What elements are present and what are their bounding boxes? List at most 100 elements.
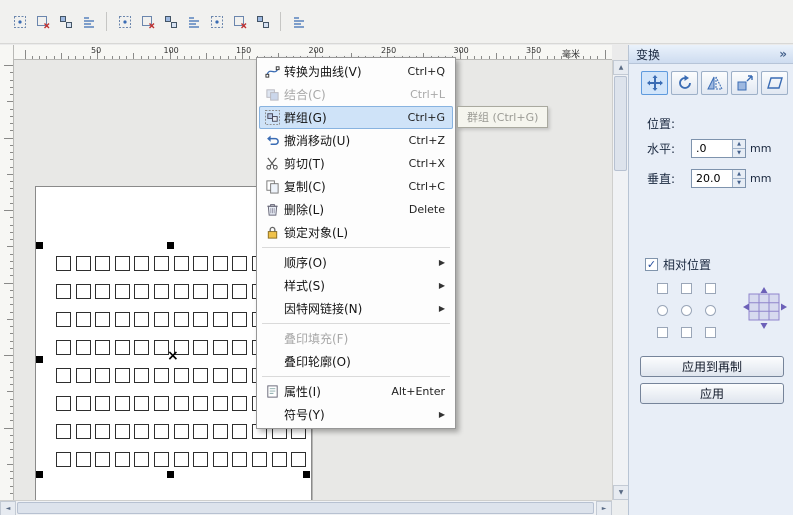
selection-handle[interactable] [167, 471, 174, 478]
grid-square[interactable] [271, 452, 287, 467]
scroll-left-icon[interactable]: ◄ [0, 501, 16, 515]
grid-square[interactable] [95, 312, 111, 327]
spin-down-icon[interactable]: ▼ [732, 178, 745, 187]
grid-square[interactable] [114, 452, 130, 467]
apply-button[interactable]: 应用 [640, 383, 784, 404]
grid-square[interactable] [95, 284, 111, 299]
grid-square[interactable] [95, 368, 111, 383]
grid-square[interactable] [251, 452, 267, 467]
grid-square[interactable] [134, 340, 150, 355]
apply-to-duplicate-button[interactable]: 应用到再制 [640, 356, 784, 377]
grid-square[interactable] [56, 424, 71, 439]
grid-square[interactable] [56, 452, 71, 467]
scroll-right-icon[interactable]: ► [596, 501, 612, 515]
grid-square[interactable] [75, 256, 91, 271]
grid-square[interactable] [134, 424, 150, 439]
toolbar-icon-9[interactable] [205, 11, 228, 32]
spin-up-icon[interactable]: ▲ [732, 140, 745, 148]
grid-square[interactable] [75, 340, 91, 355]
menu-item-cut[interactable]: 剪切(T) Ctrl+X [259, 152, 453, 175]
vertical-scroll-thumb[interactable] [614, 76, 627, 171]
grid-square[interactable] [173, 396, 189, 411]
grid-square[interactable] [114, 396, 130, 411]
grid-square[interactable] [193, 424, 209, 439]
anchor-radio[interactable] [705, 305, 716, 316]
menu-item-undo-move[interactable]: 撤消移动(U) Ctrl+Z [259, 129, 453, 152]
grid-square[interactable] [193, 284, 209, 299]
vertical-spinner[interactable]: ▲ ▼ [732, 170, 745, 187]
grid-square[interactable] [232, 340, 248, 355]
toolbar-icon-4[interactable] [77, 11, 100, 32]
grid-square[interactable] [134, 256, 150, 271]
menu-item-overprint-outline[interactable]: 叠印轮廓(O) [259, 350, 453, 373]
horizontal-spinner[interactable]: ▲ ▼ [732, 140, 745, 157]
grid-square[interactable] [75, 396, 91, 411]
grid-square[interactable] [114, 256, 130, 271]
grid-square[interactable] [193, 256, 209, 271]
menu-item-convert-to-curves[interactable]: 转换为曲线(V) Ctrl+Q [259, 60, 453, 83]
grid-square[interactable] [56, 256, 71, 271]
grid-square[interactable] [212, 396, 228, 411]
grid-square[interactable] [75, 368, 91, 383]
grid-square[interactable] [193, 340, 209, 355]
grid-square[interactable] [75, 312, 91, 327]
grid-square[interactable] [95, 452, 111, 467]
grid-square[interactable] [95, 424, 111, 439]
grid-square[interactable] [56, 312, 71, 327]
anchor-checkbox[interactable] [681, 327, 692, 338]
spin-down-icon[interactable]: ▼ [732, 148, 745, 157]
anchor-checkbox[interactable] [681, 283, 692, 294]
selection-center-marker[interactable]: × [167, 349, 179, 363]
grid-square[interactable] [232, 256, 248, 271]
vertical-scrollbar[interactable]: ▲ ▼ [612, 60, 629, 500]
grid-square[interactable] [193, 452, 209, 467]
menu-item-symbol[interactable]: 符号(Y) ▶ [259, 403, 453, 426]
menu-item-order[interactable]: 顺序(O) ▶ [259, 251, 453, 274]
docker-titlebar[interactable]: 变换 » [629, 45, 793, 64]
grid-square[interactable] [95, 340, 111, 355]
spin-up-icon[interactable]: ▲ [732, 170, 745, 178]
grid-square[interactable] [212, 340, 228, 355]
toolbar-icon-2[interactable] [31, 11, 54, 32]
grid-square[interactable] [134, 396, 150, 411]
grid-square[interactable] [56, 284, 71, 299]
size-icon[interactable] [731, 71, 758, 95]
toolbar-icon-1[interactable] [8, 11, 31, 32]
anchor-checkbox[interactable] [705, 283, 716, 294]
grid-square[interactable] [173, 312, 189, 327]
grid-square[interactable] [134, 368, 150, 383]
menu-item-internet-links[interactable]: 因特网链接(N) ▶ [259, 297, 453, 320]
horizontal-scroll-thumb[interactable] [17, 502, 594, 514]
toolbar-icon-7[interactable] [159, 11, 182, 32]
anchor-radio[interactable] [681, 305, 692, 316]
grid-square[interactable] [114, 312, 130, 327]
grid-square[interactable] [153, 368, 169, 383]
grid-square[interactable] [95, 396, 111, 411]
grid-square[interactable] [114, 424, 130, 439]
grid-square[interactable] [212, 424, 228, 439]
selection-handle[interactable] [36, 242, 43, 249]
vertical-ruler[interactable] [0, 45, 14, 500]
grid-square[interactable] [75, 424, 91, 439]
menu-item-properties[interactable]: 属性(I) Alt+Enter [259, 380, 453, 403]
horizontal-input[interactable]: .0 ▲ ▼ [691, 139, 746, 158]
collapse-docker-icon[interactable]: » [779, 47, 787, 61]
anchor-checkbox[interactable] [705, 327, 716, 338]
skew-icon[interactable] [761, 71, 788, 95]
grid-square[interactable] [193, 368, 209, 383]
relative-position-checkbox[interactable]: ✓ [645, 258, 658, 271]
grid-square[interactable] [212, 284, 228, 299]
grid-square[interactable] [173, 284, 189, 299]
anchor-checkbox[interactable] [657, 327, 668, 338]
toolbar-icon-3[interactable] [54, 11, 77, 32]
grid-square[interactable] [153, 312, 169, 327]
toolbar-icon-12[interactable] [287, 11, 310, 32]
selection-handle[interactable] [303, 471, 310, 478]
menu-item-styles[interactable]: 样式(S) ▶ [259, 274, 453, 297]
grid-square[interactable] [173, 368, 189, 383]
anchor-radio[interactable] [657, 305, 668, 316]
menu-item-group[interactable]: 群组(G) Ctrl+G [259, 106, 453, 129]
grid-square[interactable] [193, 312, 209, 327]
grid-square[interactable] [232, 452, 248, 467]
vertical-input[interactable]: 20.0 ▲ ▼ [691, 169, 746, 188]
